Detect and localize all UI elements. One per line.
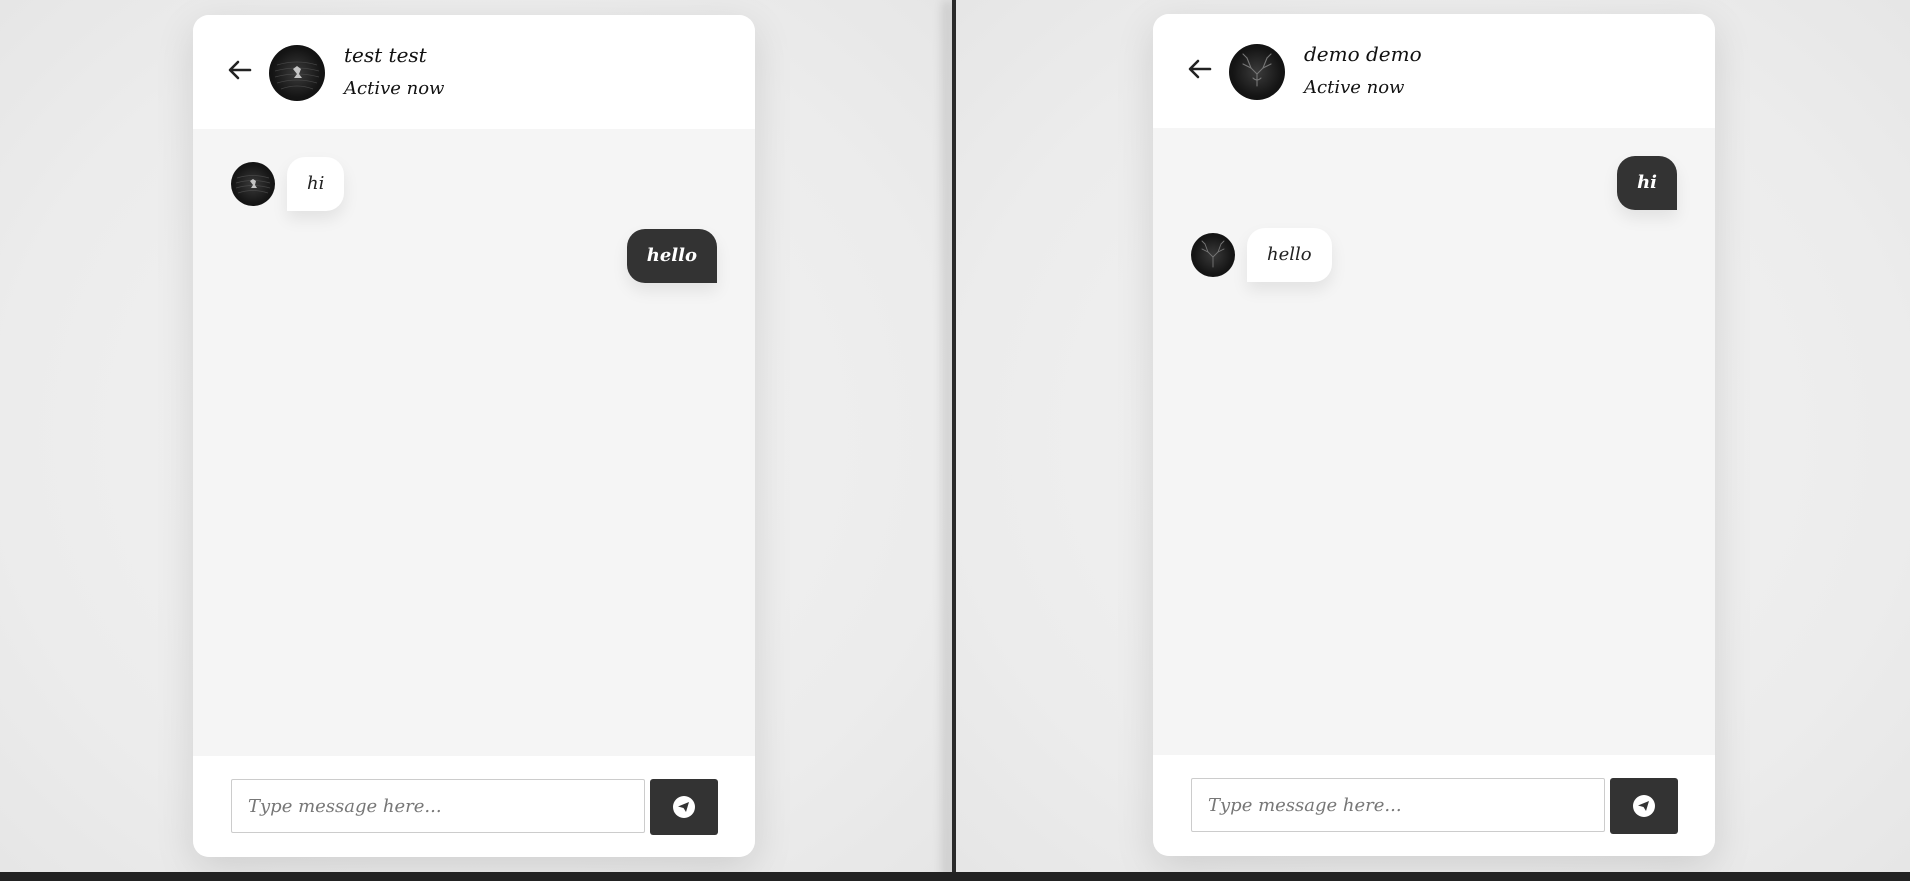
back-arrow-icon[interactable] <box>1187 56 1213 82</box>
send-button[interactable] <box>650 779 718 835</box>
message-bubble: hi <box>287 157 345 211</box>
send-icon <box>673 796 695 818</box>
send-button[interactable] <box>1610 778 1678 834</box>
message-list: hi hello <box>193 129 755 756</box>
left-window: test test Active now hi hello <box>0 0 952 872</box>
message-bubble: hello <box>626 229 717 283</box>
message-outgoing: hi <box>1617 156 1677 210</box>
message-list: hi hello <box>1153 128 1715 755</box>
send-icon <box>1633 795 1655 817</box>
contact-status: Active now <box>344 78 445 99</box>
chat-header: test test Active now <box>193 15 755 129</box>
composer <box>193 756 755 857</box>
message-incoming: hi <box>231 157 345 211</box>
message-outgoing: hello <box>626 229 717 283</box>
sender-avatar <box>231 162 275 206</box>
chat-card: test test Active now hi hello <box>193 15 755 857</box>
sender-avatar <box>1191 233 1235 277</box>
contact-name: test test <box>344 43 427 67</box>
composer <box>1153 755 1715 856</box>
contact-status: Active now <box>1304 77 1405 98</box>
chat-header: demo demo Active now <box>1153 14 1715 128</box>
contact-avatar <box>269 45 325 101</box>
contact-name: demo demo <box>1304 42 1422 66</box>
contact-avatar <box>1229 44 1285 100</box>
message-input[interactable] <box>1191 778 1605 832</box>
chat-card: demo demo Active now hi hello <box>1153 14 1715 856</box>
back-arrow-icon[interactable] <box>227 57 253 83</box>
taskbar-edge <box>0 872 1910 881</box>
message-input[interactable] <box>231 779 645 833</box>
message-bubble: hello <box>1247 228 1332 282</box>
message-bubble: hi <box>1617 156 1677 210</box>
right-window: demo demo Active now hi hello <box>956 0 1910 872</box>
message-incoming: hello <box>1191 228 1332 282</box>
